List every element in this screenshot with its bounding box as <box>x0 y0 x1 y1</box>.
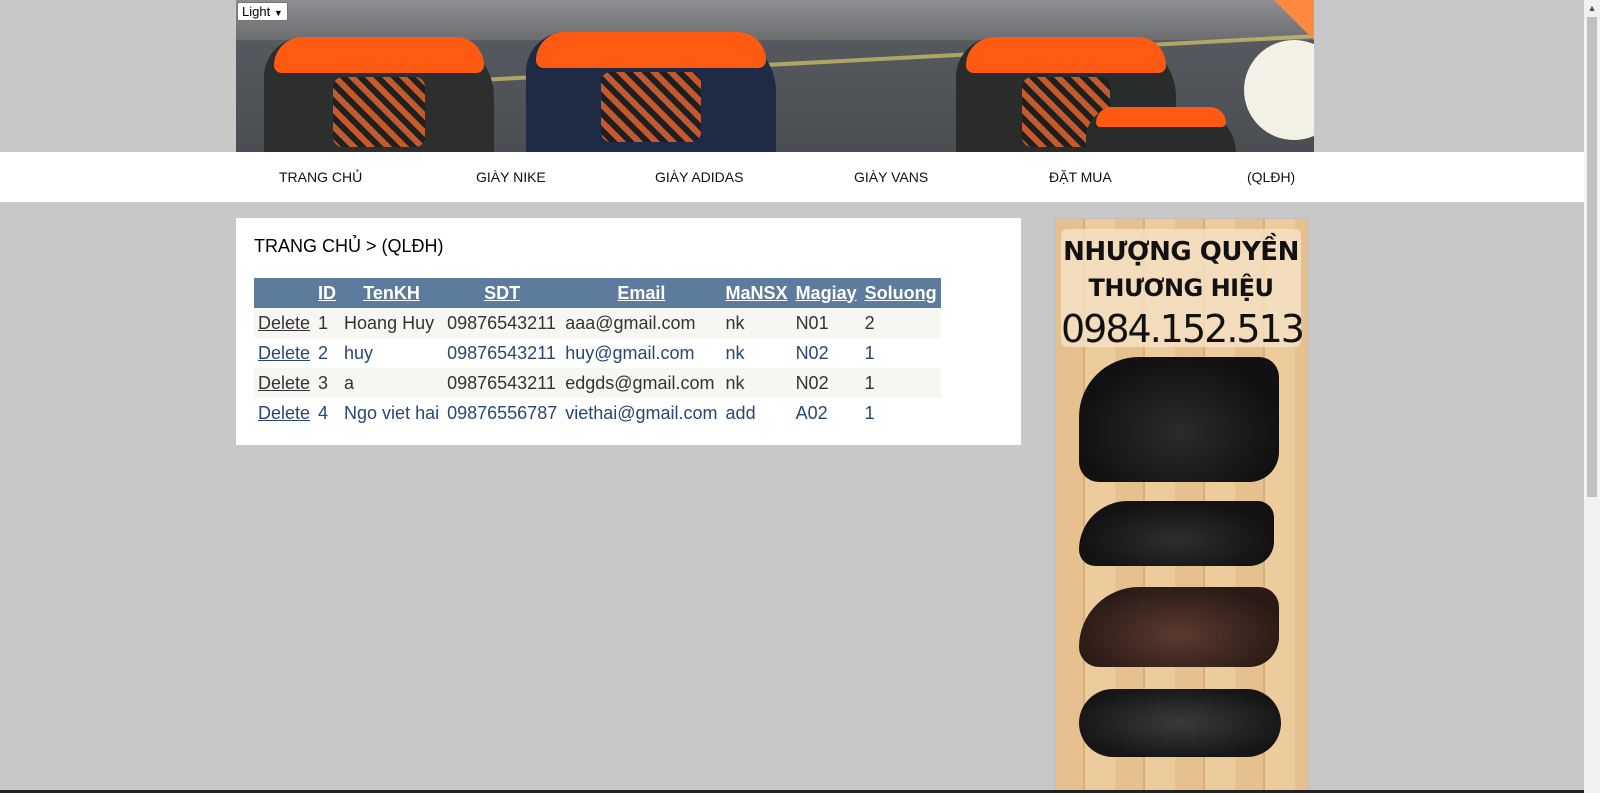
table-row: Delete 3 a 09876543211 edgds@gmail.com n… <box>254 368 941 398</box>
ad-phone-number: 0984.152.513 <box>1061 307 1305 351</box>
cell-magiay: N01 <box>791 308 861 338</box>
cell-soluong: 2 <box>860 308 941 338</box>
cell-magiay: N02 <box>791 368 861 398</box>
banner-boot-left <box>264 37 494 152</box>
banner-boot-center <box>526 32 776 152</box>
column-header-soluong[interactable]: Soluong <box>860 278 941 308</box>
cell-id: 2 <box>314 338 341 368</box>
nav-item-home[interactable]: TRANG CHỦ <box>279 169 362 185</box>
column-header-mansx[interactable]: MaNSX <box>721 278 792 308</box>
cell-id: 3 <box>314 368 341 398</box>
cell-magiay: N02 <box>791 338 861 368</box>
cell-id: 1 <box>314 308 341 338</box>
column-header-magiay[interactable]: Magiay <box>791 278 861 308</box>
cell-magiay: A02 <box>791 398 861 428</box>
ad-subheadline: THƯƠNG HIỆU <box>1088 274 1274 302</box>
table-row: Delete 4 Ngo viet hai 09876556787 vietha… <box>254 398 941 428</box>
banner-badge-seal <box>1244 40 1314 140</box>
page-scrollbar[interactable]: ▲ <box>1584 0 1600 793</box>
column-header-tenkh[interactable]: TenKH <box>340 278 444 308</box>
delete-link[interactable]: Delete <box>258 373 310 393</box>
cell-tenkh: Hoang Huy <box>340 308 444 338</box>
main-content-panel: TRANG CHỦ > (QLĐH) ID TenKH SDT Email Ma… <box>236 218 1021 445</box>
cell-email: edgds@gmail.com <box>561 368 722 398</box>
table-header-row: ID TenKH SDT Email MaNSX Magiay Soluong <box>254 278 941 308</box>
breadcrumb: TRANG CHỦ > (QLĐH) <box>254 236 444 256</box>
header-banner-image <box>236 0 1314 152</box>
cell-tenkh: huy <box>340 338 444 368</box>
cell-mansx: nk <box>721 338 792 368</box>
ad-text-box: NHƯỢNG QUYỀN THƯƠNG HIỆU 0984.152.513 <box>1061 229 1305 351</box>
cell-mansx: add <box>721 398 792 428</box>
orders-table: ID TenKH SDT Email MaNSX Magiay Soluong … <box>254 278 941 428</box>
theme-select[interactable]: Light ▼ <box>237 2 288 21</box>
scrollbar-thumb[interactable] <box>1587 17 1597 497</box>
nav-item-nike[interactable]: GIÀY NIKE <box>476 169 546 185</box>
shoe-image-loafer <box>1079 357 1279 482</box>
nav-item-adidas[interactable]: GIÀY ADIDAS <box>655 169 743 185</box>
cell-mansx: nk <box>721 308 792 338</box>
nav-item-order[interactable]: ĐẶT MUA <box>1049 169 1112 185</box>
scroll-up-arrow-icon[interactable]: ▲ <box>1584 0 1600 16</box>
cell-mansx: nk <box>721 368 792 398</box>
banner-boot-right-small <box>1086 107 1236 152</box>
nav-item-order-management[interactable]: (QLĐH) <box>1247 169 1295 185</box>
cell-sdt: 09876543211 <box>443 308 562 338</box>
cell-sdt: 09876543211 <box>443 338 562 368</box>
ad-headline: NHƯỢNG QUYỀN <box>1063 237 1299 267</box>
banner-corner-accent <box>1274 0 1314 40</box>
cell-tenkh: Ngo viet hai <box>340 398 444 428</box>
cell-sdt: 09876556787 <box>443 398 562 428</box>
delete-link[interactable]: Delete <box>258 343 310 363</box>
cell-tenkh: a <box>340 368 444 398</box>
cell-email: huy@gmail.com <box>561 338 722 368</box>
column-header-action <box>254 278 315 308</box>
cell-id: 4 <box>314 398 341 428</box>
cell-soluong: 1 <box>860 338 941 368</box>
chevron-down-icon: ▼ <box>273 8 283 18</box>
theme-select-value: Light <box>242 4 271 19</box>
nav-item-vans[interactable]: GIÀY VANS <box>854 169 928 185</box>
delete-link[interactable]: Delete <box>258 313 310 333</box>
cell-sdt: 09876543211 <box>443 368 562 398</box>
table-row: Delete 2 huy 09876543211 huy@gmail.com n… <box>254 338 941 368</box>
cell-soluong: 1 <box>860 398 941 428</box>
main-navbar: TRANG CHỦ GIÀY NIKE GIÀY ADIDAS GIÀY VAN… <box>0 152 1584 202</box>
column-header-id[interactable]: ID <box>314 278 341 308</box>
column-header-email[interactable]: Email <box>561 278 722 308</box>
shoe-image-sole <box>1079 689 1281 757</box>
franchise-ad-banner[interactable]: NHƯỢNG QUYỀN THƯƠNG HIỆU 0984.152.513 <box>1054 218 1308 793</box>
banner-snow-background <box>236 0 1314 40</box>
cell-email: aaa@gmail.com <box>561 308 722 338</box>
shoe-image-oxford-brown <box>1079 587 1279 667</box>
cell-email: viethai@gmail.com <box>561 398 722 428</box>
delete-link[interactable]: Delete <box>258 403 310 423</box>
table-row: Delete 1 Hoang Huy 09876543211 aaa@gmail… <box>254 308 941 338</box>
shoe-image-oxford-black <box>1079 501 1274 566</box>
column-header-sdt[interactable]: SDT <box>443 278 562 308</box>
cell-soluong: 1 <box>860 368 941 398</box>
